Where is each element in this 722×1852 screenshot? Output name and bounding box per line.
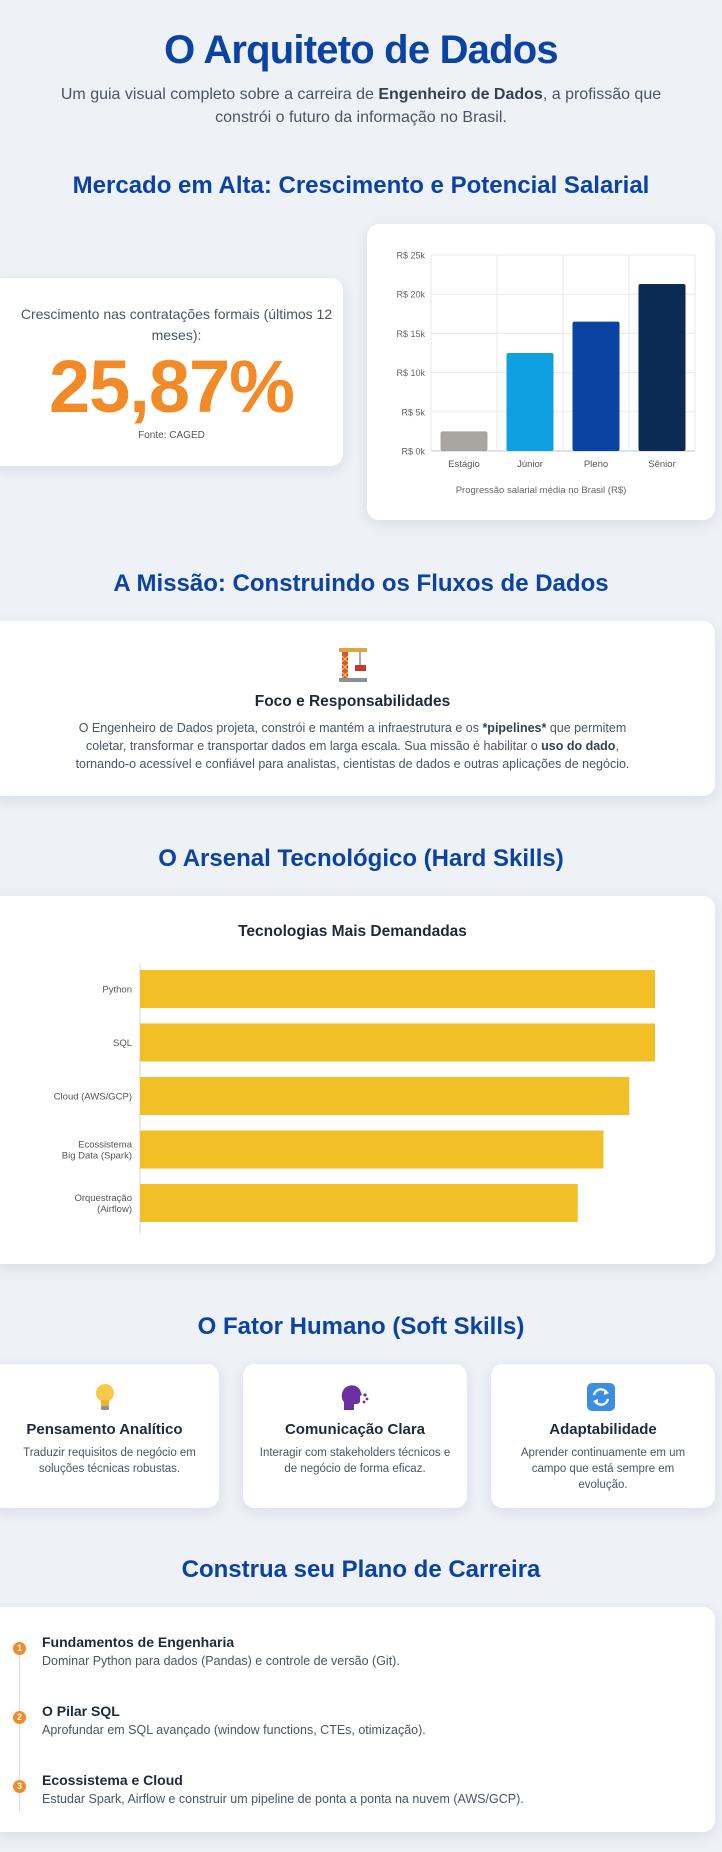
mission-description: O Engenheiro de Dados projeta, constrói …: [75, 721, 630, 771]
y-tick-label: Python: [102, 985, 132, 996]
crane-icon: [336, 645, 370, 683]
y-tick-label: Ecossistema Big Data (Spark): [62, 1140, 133, 1162]
career-step-title: O Pilar SQL: [42, 1703, 120, 1719]
growth-card: Crescimento nas contratações formais (úl…: [0, 278, 343, 466]
y-tick-label: SQL: [113, 1038, 132, 1049]
soft-skill-title: Adaptabilidade: [549, 1421, 657, 1438]
y-tick-label: Orquestração (Airflow): [74, 1193, 132, 1215]
tech-bar: [140, 970, 655, 1008]
tech-bar: [140, 1184, 578, 1222]
page-subtitle: Um guia visual completo sobre a carreira…: [60, 86, 662, 126]
career-step-desc: Aprofundar em SQL avançado (window funct…: [42, 1723, 426, 1737]
career-section-title: Construa seu Plano de Carreira: [181, 1556, 541, 1583]
soft-skill-card-adaptability: Adaptabilidade Aprender continuamente em…: [491, 1364, 715, 1508]
salary-chart-card: R$ 0k R$ 5k R$ 10k R$ 15k R$ 20k R$ 25k Estági…: [367, 224, 715, 520]
mission-card-title: Foco e Responsabilidades: [254, 693, 451, 710]
x-tick-label: Estágio: [448, 459, 480, 470]
x-tick-label: Júnior: [517, 459, 543, 470]
tech-bar: [140, 1077, 630, 1115]
mission-card: Foco e Responsabilidades O Engenheiro de…: [0, 621, 715, 796]
career-step-desc: Dominar Python para dados (Pandas) e con…: [42, 1654, 400, 1668]
soft-skill-desc: Interagir com stakeholders técnicos e de…: [259, 1447, 451, 1475]
mission-section-title: A Missão: Construindo os Fluxos de Dados: [113, 570, 609, 597]
tech-chart-card: Tecnologias Mais Demandadas Python SQL Clo…: [0, 896, 715, 1264]
soft-skills-section-title: O Fator Humano (Soft Skills): [197, 1313, 525, 1340]
career-step-desc: Estudar Spark, Airflow e construir um pi…: [42, 1792, 524, 1806]
growth-source: Fonte: CAGED: [138, 430, 205, 441]
career-card: 1 Fundamentos de Engenharia Dominar Pyth…: [0, 1607, 715, 1832]
y-tick-label: R$ 20k: [396, 290, 425, 300]
soft-skill-card-analytical: Pensamento Analítico Traduzir requisitos…: [0, 1364, 219, 1508]
speaking-head-icon: [340, 1382, 370, 1417]
lightbulb-icon: [93, 1382, 117, 1417]
soft-skill-card-communication: Comunicação Clara Interagir com stakehol…: [243, 1364, 467, 1508]
bar-sênior: [638, 284, 686, 451]
y-tick-label: R$ 15k: [396, 329, 425, 339]
page-title: O Arquiteto de Dados: [164, 28, 558, 72]
y-tick-label: Cloud (AWS/GCP): [54, 1092, 132, 1103]
y-tick-label: R$ 5k: [401, 407, 425, 417]
soft-skill-desc: Aprender continuamente em um campo que e…: [520, 1447, 686, 1491]
soft-skill-title: Comunicação Clara: [284, 1421, 426, 1438]
refresh-icon: [587, 1383, 615, 1416]
step-number: 3: [13, 1780, 26, 1793]
growth-label: Crescimento nas contratações formais (úl…: [20, 306, 333, 343]
tech-bar: [140, 1023, 655, 1062]
step-number: 1: [13, 1642, 26, 1655]
bar-pleno: [572, 321, 620, 451]
bar-júnior: [506, 353, 554, 451]
step-number: 2: [13, 1711, 26, 1724]
x-tick-label: Sênior: [648, 459, 675, 470]
bar-estágio: [440, 431, 488, 451]
growth-value: 25,87%: [49, 345, 295, 428]
y-tick-label: R$ 10k: [396, 368, 425, 378]
y-tick-label: R$ 25k: [396, 251, 425, 261]
market-section-title: Mercado em Alta: Crescimento e Potencial…: [72, 172, 650, 199]
salary-chart: R$ 0k R$ 5k R$ 10k R$ 15k R$ 20k R$ 25k Estági…: [396, 251, 696, 496]
career-step-title: Ecossistema e Cloud: [42, 1772, 183, 1788]
tech-bar: [140, 1130, 604, 1169]
y-tick-label: R$ 0k: [401, 447, 425, 457]
hard-skills-section-title: O Arsenal Tecnológico (Hard Skills): [158, 845, 564, 872]
soft-skill-desc: Traduzir requisitos de negócio em soluçõ…: [23, 1447, 196, 1475]
chart-caption: Progressão salarial média no Brasil (R$): [456, 485, 627, 496]
career-step-title: Fundamentos de Engenharia: [42, 1634, 235, 1650]
soft-skill-title: Pensamento Analítico: [26, 1421, 183, 1438]
tech-chart: Python SQL Cloud (AWS/GCP) Ecossistema Big D…: [54, 964, 655, 1234]
x-tick-label: Pleno: [584, 459, 608, 470]
